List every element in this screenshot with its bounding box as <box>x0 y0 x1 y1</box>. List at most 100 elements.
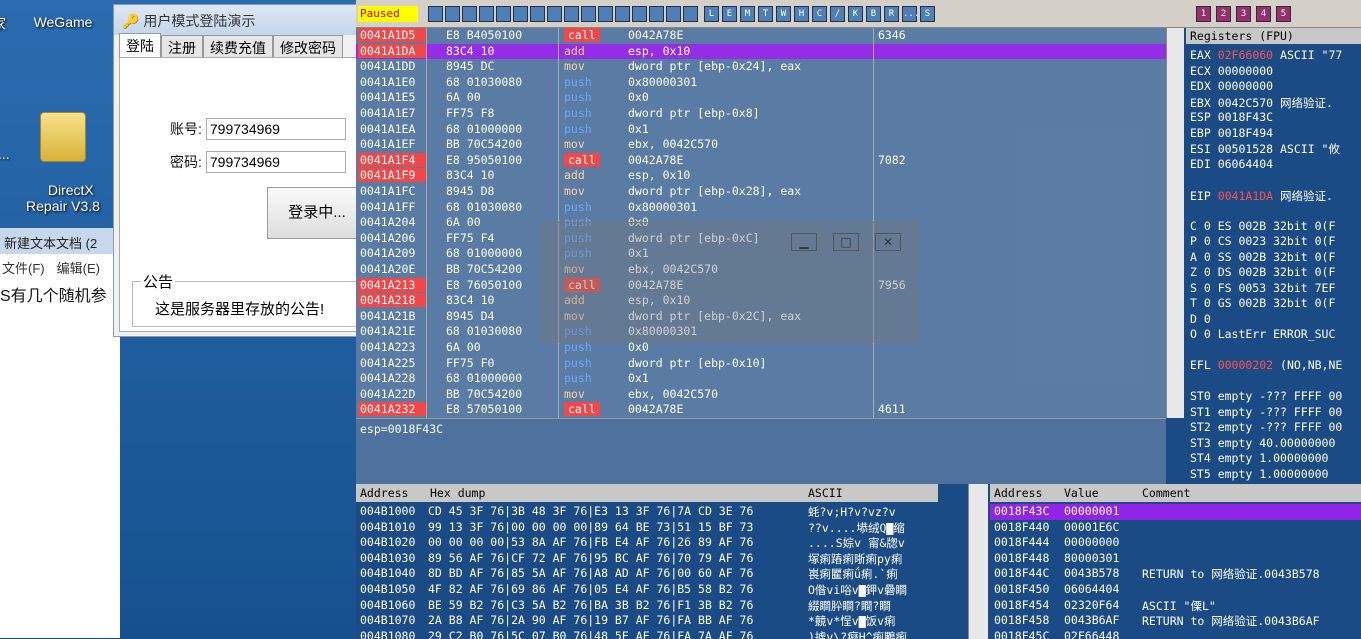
toolbar-button-4[interactable]: W <box>776 6 791 22</box>
maximize-icon[interactable]: □ <box>833 233 859 251</box>
hex-row[interactable]: 004B1000 CD 45 3F 76|3B 48 3F 76|E3 13 3F… <box>356 504 938 520</box>
disasm-row[interactable]: 0041A1DD 8945 DC mov dword ptr [ebp-0x24], … <box>356 59 1166 75</box>
overlay-window[interactable]: ▁ □ ✕ <box>542 222 918 342</box>
disasm-row[interactable]: 0041A1FC 8945 D8 mov dword ptr [ebp-0x28], … <box>356 184 1166 200</box>
register-line[interactable]: EDX 00000000 <box>1190 79 1273 94</box>
toolbar-icon[interactable] <box>445 6 460 22</box>
toolbar-icon[interactable] <box>479 6 494 22</box>
menu-edit[interactable]: 编辑(E) <box>57 261 100 276</box>
disasm-row[interactable]: 0041A22D BB 70C54200 mov ebx, 0042C570 <box>356 387 1166 403</box>
toolbar-button-9[interactable]: B <box>866 6 881 22</box>
toolbar-icon[interactable] <box>649 6 664 22</box>
toolbar-number-1[interactable]: 2 <box>1216 6 1231 22</box>
account-input[interactable] <box>205 118 346 140</box>
password-input[interactable] <box>205 151 346 173</box>
register-line[interactable]: ESP 0018F43C <box>1190 110 1273 125</box>
register-line[interactable]: P 0 CS 0023 32bit 0(F <box>1190 234 1335 249</box>
toolbar-icon[interactable] <box>683 6 698 22</box>
toolbar-icon[interactable] <box>666 6 681 22</box>
register-line[interactable]: D 0 <box>1190 312 1211 327</box>
disasm-row[interactable]: 0041A1FF 68 01030080 push 0x80000301 <box>356 200 1166 216</box>
disasm-row[interactable]: 0041A1F4 E8 95050100 call 0042A78E 7082 <box>356 152 1166 169</box>
notepad-window[interactable]: 新建文本文档 (2 文件(F) 编辑(E) S有几个随机参 <box>0 228 120 638</box>
disasm-row[interactable]: 0041A1E0 68 01030080 push 0x80000301 <box>356 75 1166 91</box>
login-button[interactable]: 登录中... <box>267 187 357 239</box>
notepad-text[interactable]: S有几个随机参 <box>0 278 120 310</box>
toolbar-icon[interactable] <box>598 6 613 22</box>
stack-row[interactable]: 0018F448 80000301 <box>990 551 1361 567</box>
desktop-icon-wegame[interactable]: WeGame <box>30 14 96 30</box>
register-line[interactable]: Z 0 DS 002B 32bit 0(F <box>1190 265 1335 280</box>
register-line[interactable]: T 0 GS 002B 32bit 0(F <box>1190 296 1335 311</box>
toolbar-number-3[interactable]: 4 <box>1256 6 1271 22</box>
register-line[interactable]: EAX 02F66060 ASCII "77 <box>1190 48 1342 63</box>
register-line[interactable]: ST4 empty 1.00000000 <box>1190 451 1328 466</box>
tab-register[interactable]: 注册 <box>161 35 203 57</box>
login-window[interactable]: 🔑 用户模式登陆演示 登陆 注册 续费充值 修改密码 账号: 密码: 登录中..… <box>113 4 358 337</box>
register-line[interactable]: EBX 0042C570 网络验证. <box>1190 95 1333 110</box>
register-line[interactable]: O 0 LastErr ERROR_SUC <box>1190 327 1335 342</box>
toolbar-button-5[interactable]: H <box>794 6 809 22</box>
hex-scrollbar[interactable] <box>968 484 988 639</box>
toolbar-icon[interactable] <box>530 6 545 22</box>
tab-recharge[interactable]: 续费充值 <box>203 35 273 57</box>
disasm-row[interactable]: 0041A1E7 FF75 F8 push dword ptr [ebp-0x8] <box>356 106 1166 122</box>
register-line[interactable]: ST3 empty 40.00000000 <box>1190 436 1335 451</box>
stack-pane[interactable]: Address Value Comment 0018F43C 00000001 00… <box>990 484 1361 639</box>
register-line[interactable]: A 0 SS 002B 32bit 0(F <box>1190 250 1335 265</box>
tab-login[interactable]: 登陆 <box>119 33 161 57</box>
register-line[interactable]: ST1 empty -??? FFFF 00 <box>1190 405 1342 420</box>
disasm-row[interactable]: 0041A228 68 01000000 push 0x1 <box>356 371 1166 387</box>
toolbar-number-0[interactable]: 1 <box>1196 6 1211 22</box>
debugger-window[interactable]: Paused L E M T W H C / K B R... S 1 2 3 4 5 0041A1D5 E8 B… <box>356 0 1361 639</box>
disasm-row[interactable]: 0041A1EA 68 01000000 push 0x1 <box>356 122 1166 138</box>
hex-row[interactable]: 004B1050 4F 82 AF 76|69 86 AF 76|05 E4 AF… <box>356 582 938 598</box>
disasm-row[interactable]: 0041A232 E8 57050100 call 0042A78E 4611 <box>356 402 1166 418</box>
register-line[interactable]: S 0 FS 0053 32bit 7EF <box>1190 281 1335 296</box>
toolbar-button-1[interactable]: E <box>722 6 737 22</box>
toolbar-button-12[interactable]: S <box>920 6 935 22</box>
desktop-icon-directx[interactable]: DirectX Repair V3.8 <box>18 80 108 230</box>
minimize-icon[interactable]: ▁ <box>791 233 817 251</box>
toolbar-button-0[interactable]: L <box>704 6 719 22</box>
register-line[interactable]: EBP 0018F494 <box>1190 126 1273 141</box>
register-line[interactable]: ST0 empty -??? FFFF 00 <box>1190 389 1342 404</box>
hex-row[interactable]: 004B1070 2A B8 AF 76|2A 90 AF 76|19 B7 AF… <box>356 613 938 629</box>
register-line[interactable]: ECX 00000000 <box>1190 64 1273 79</box>
register-line[interactable]: EDI 06064404 <box>1190 157 1273 172</box>
register-line[interactable]: EFL 00000202 (NO,NB,NE <box>1190 358 1342 373</box>
stack-row[interactable]: 0018F440 00001E6C <box>990 520 1361 536</box>
stack-row[interactable]: 0018F454 02320F64 ASCII "傈L" <box>990 598 1361 614</box>
hex-row[interactable]: 004B1040 8D BD AF 76|85 5A AF 76|A8 AD AF… <box>356 566 938 582</box>
hex-row[interactable]: 004B1080 29 C2 B0 76|5C 07 B0 76|48 5E AF… <box>356 629 938 639</box>
toolbar-icon[interactable] <box>564 6 579 22</box>
cpu-scrollbar[interactable] <box>1166 28 1184 418</box>
toolbar-button-7[interactable]: / <box>830 6 845 22</box>
toolbar-icon[interactable] <box>547 6 562 22</box>
toolbar-icon[interactable] <box>496 6 511 22</box>
stack-row[interactable]: 0018F45C 02F66448 <box>990 629 1361 639</box>
toolbar-icon[interactable] <box>428 6 443 22</box>
stack-row[interactable]: 0018F444 00000000 <box>990 535 1361 551</box>
close-icon[interactable]: ✕ <box>875 233 901 251</box>
register-line[interactable]: ST5 empty 1.00000000 <box>1190 467 1328 482</box>
register-line[interactable]: ST2 empty -??? FFFF 00 <box>1190 420 1342 435</box>
toolbar-icon[interactable] <box>632 6 647 22</box>
toolbar-icon[interactable] <box>615 6 630 22</box>
disasm-row[interactable]: 0041A223 6A 00 push 0x0 <box>356 340 1166 356</box>
toolbar-button-3[interactable]: T <box>758 6 773 22</box>
hex-row[interactable]: 004B1010 99 13 3F 76|00 00 00 00|89 64 BE… <box>356 520 938 536</box>
tab-change-password[interactable]: 修改密码 <box>273 35 343 57</box>
disasm-row[interactable]: 0041A1DA 83C4 10 add esp, 0x10 <box>356 43 1166 60</box>
register-line[interactable]: ESI 00501528 ASCII "攸 <box>1190 141 1340 156</box>
toolbar-icon[interactable] <box>513 6 528 22</box>
toolbar-number-2[interactable]: 3 <box>1236 6 1251 22</box>
toolbar-button-11[interactable]: ... <box>902 6 919 22</box>
disasm-row[interactable]: 0041A1EF BB 70C54200 mov ebx, 0042C570 <box>356 137 1166 153</box>
stack-row[interactable]: 0018F44C 0043B578 RETURN to 网络验证.0043B578 <box>990 566 1361 582</box>
stack-row[interactable]: 0018F43C 00000001 <box>990 504 1361 520</box>
toolbar-number-4[interactable]: 5 <box>1276 6 1291 22</box>
toolbar-button-10[interactable]: R <box>884 6 899 22</box>
hex-dump-pane[interactable]: Address Hex dump ASCII 004B1000 CD 45 3F … <box>356 484 938 639</box>
disasm-row[interactable]: 0041A1D5 E8 B4050100 call 0042A78E 6346 <box>356 28 1166 44</box>
